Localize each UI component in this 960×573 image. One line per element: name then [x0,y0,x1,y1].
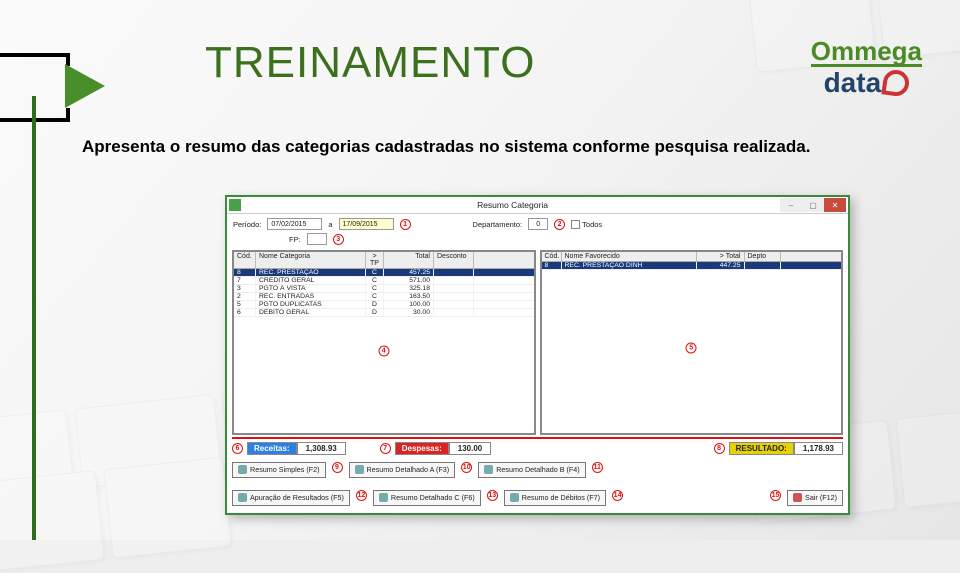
col-depto: Depto [745,252,781,261]
callout-9: 9 [332,462,343,473]
body-paragraph: Apresenta o resumo das categorias cadast… [82,130,920,164]
callout-11: 11 [592,462,603,473]
apuracao-resultados-button[interactable]: Apuração de Resultados (F5) [232,490,350,506]
periodo-label: Período: [233,220,261,229]
report-icon [238,493,247,502]
callout-12: 12 [356,490,367,501]
table-row[interactable]: 7CRÉDITO GERALC571.00 [234,277,534,285]
left-grid-body[interactable]: 8REC. PRESTAÇÃOC457.25 7CRÉDITO GERALC57… [234,269,534,433]
table-row[interactable]: 8REC. PRESTAÇÃO DINH447.25 [542,262,842,270]
col-nome: Nome Favorecido [562,252,697,261]
todos-checkbox[interactable]: Todos [571,220,602,229]
col-nome: Nome Categoria [256,252,366,268]
periodo-ate-input[interactable]: 17/09/2015 [339,218,394,230]
callout-5: 5 [686,342,697,353]
maximize-button[interactable]: ▢ [802,198,824,212]
callout-8: 8 [714,443,725,454]
report-icon [355,465,364,474]
resultado-value: 1,178.93 [794,442,843,455]
table-row[interactable]: 5PGTO DUPLICATASD100.00 [234,301,534,309]
callout-13: 13 [487,490,498,501]
report-icon [379,493,388,502]
periodo-de-input[interactable]: 07/02/2015 [267,218,322,230]
table-row[interactable]: 3PGTO À VISTAC325.18 [234,285,534,293]
logo-text-bottom: data [811,67,922,99]
vertical-rule [32,96,36,540]
callout-4: 4 [378,346,389,357]
resumo-simples-button[interactable]: Resumo Simples (F2) [232,462,326,478]
fp-label: FP: [289,235,301,244]
brand-logo: Ommega data [811,40,922,99]
col-tp: > TP [366,252,384,268]
resumo-detalhado-a-button[interactable]: Resumo Detalhado A (F3) [349,462,456,478]
arrow-icon [65,64,105,108]
window-titlebar[interactable]: Resumo Categoria – ▢ ✕ [227,197,848,214]
callout-1: 1 [400,219,411,230]
departamento-label: Departamento: [473,220,523,229]
col-cod: Cód. [542,252,562,261]
callout-3: 3 [333,234,344,245]
total-resultado: RESULTADO: 1,178.93 [729,442,843,455]
report-icon [510,493,519,502]
callout-10: 10 [461,462,472,473]
report-icon [238,465,247,474]
left-grid-header: Cód. Nome Categoria > TP Total Desconto [234,252,534,269]
button-bar: Resumo Simples (F2) 9 Resumo Detalhado A… [227,458,848,512]
resumo-detalhado-b-button[interactable]: Resumo Detalhado B (F4) [478,462,586,478]
left-grid[interactable]: Cód. Nome Categoria > TP Total Desconto … [232,250,536,435]
slide: TREINAMENTO Ommega data Apresenta o resu… [0,0,960,540]
right-grid-header: Cód. Nome Favorecido > Total Depto [542,252,842,262]
total-receitas: Receitas: 1,308.93 [247,442,346,455]
right-grid[interactable]: Cód. Nome Favorecido > Total Depto 8REC.… [540,250,844,435]
col-cod: Cód. [234,252,256,268]
col-desconto: Desconto [434,252,474,268]
callout-15: 15 [770,490,781,501]
minimize-button[interactable]: – [780,198,802,212]
fp-input[interactable] [307,233,327,245]
todos-label: Todos [582,220,602,229]
callout-7: 7 [380,443,391,454]
app-window: Resumo Categoria – ▢ ✕ Período: 07/02/20… [225,195,850,515]
callout-6: 6 [232,443,243,454]
logo-text-top: Ommega [811,40,922,67]
right-grid-body[interactable]: 8REC. PRESTAÇÃO DINH447.25 5 [542,262,842,433]
filter-bar: Período: 07/02/2015 a 17/09/2015 1 Depar… [227,214,848,250]
page-title: TREINAMENTO [205,38,535,88]
exit-icon [793,493,802,502]
resultado-label: RESULTADO: [729,442,794,455]
despesas-value: 130.00 [449,442,491,455]
logo-word: data [824,67,882,99]
receitas-label: Receitas: [247,442,297,455]
close-button[interactable]: ✕ [824,198,846,212]
table-row[interactable]: 2REC. ENTRADASC163.50 [234,293,534,301]
sair-button[interactable]: Sair (F12) [787,490,843,506]
departamento-input[interactable]: 0 [528,218,548,230]
col-total: Total [384,252,434,268]
report-icon [484,465,493,474]
a-label: a [328,220,332,229]
table-row[interactable]: 8REC. PRESTAÇÃOC457.25 [234,269,534,277]
callout-14: 14 [612,490,623,501]
table-row[interactable]: 6DÉBITO GERALD30.00 [234,309,534,317]
app-icon [229,199,241,211]
totals-bar: 6 Receitas: 1,308.93 7 Despesas: 130.00 … [227,439,848,458]
callout-2: 2 [554,219,565,230]
col-total: > Total [697,252,745,261]
resumo-debitos-button[interactable]: Resumo de Débitos (F7) [504,490,606,506]
omega-icon [881,69,910,98]
window-title: Resumo Categoria [245,200,780,210]
despesas-label: Despesas: [395,442,449,455]
resumo-detalhado-c-button[interactable]: Resumo Detalhado C (F6) [373,490,481,506]
receitas-value: 1,308.93 [297,442,346,455]
total-despesas: Despesas: 130.00 [395,442,492,455]
